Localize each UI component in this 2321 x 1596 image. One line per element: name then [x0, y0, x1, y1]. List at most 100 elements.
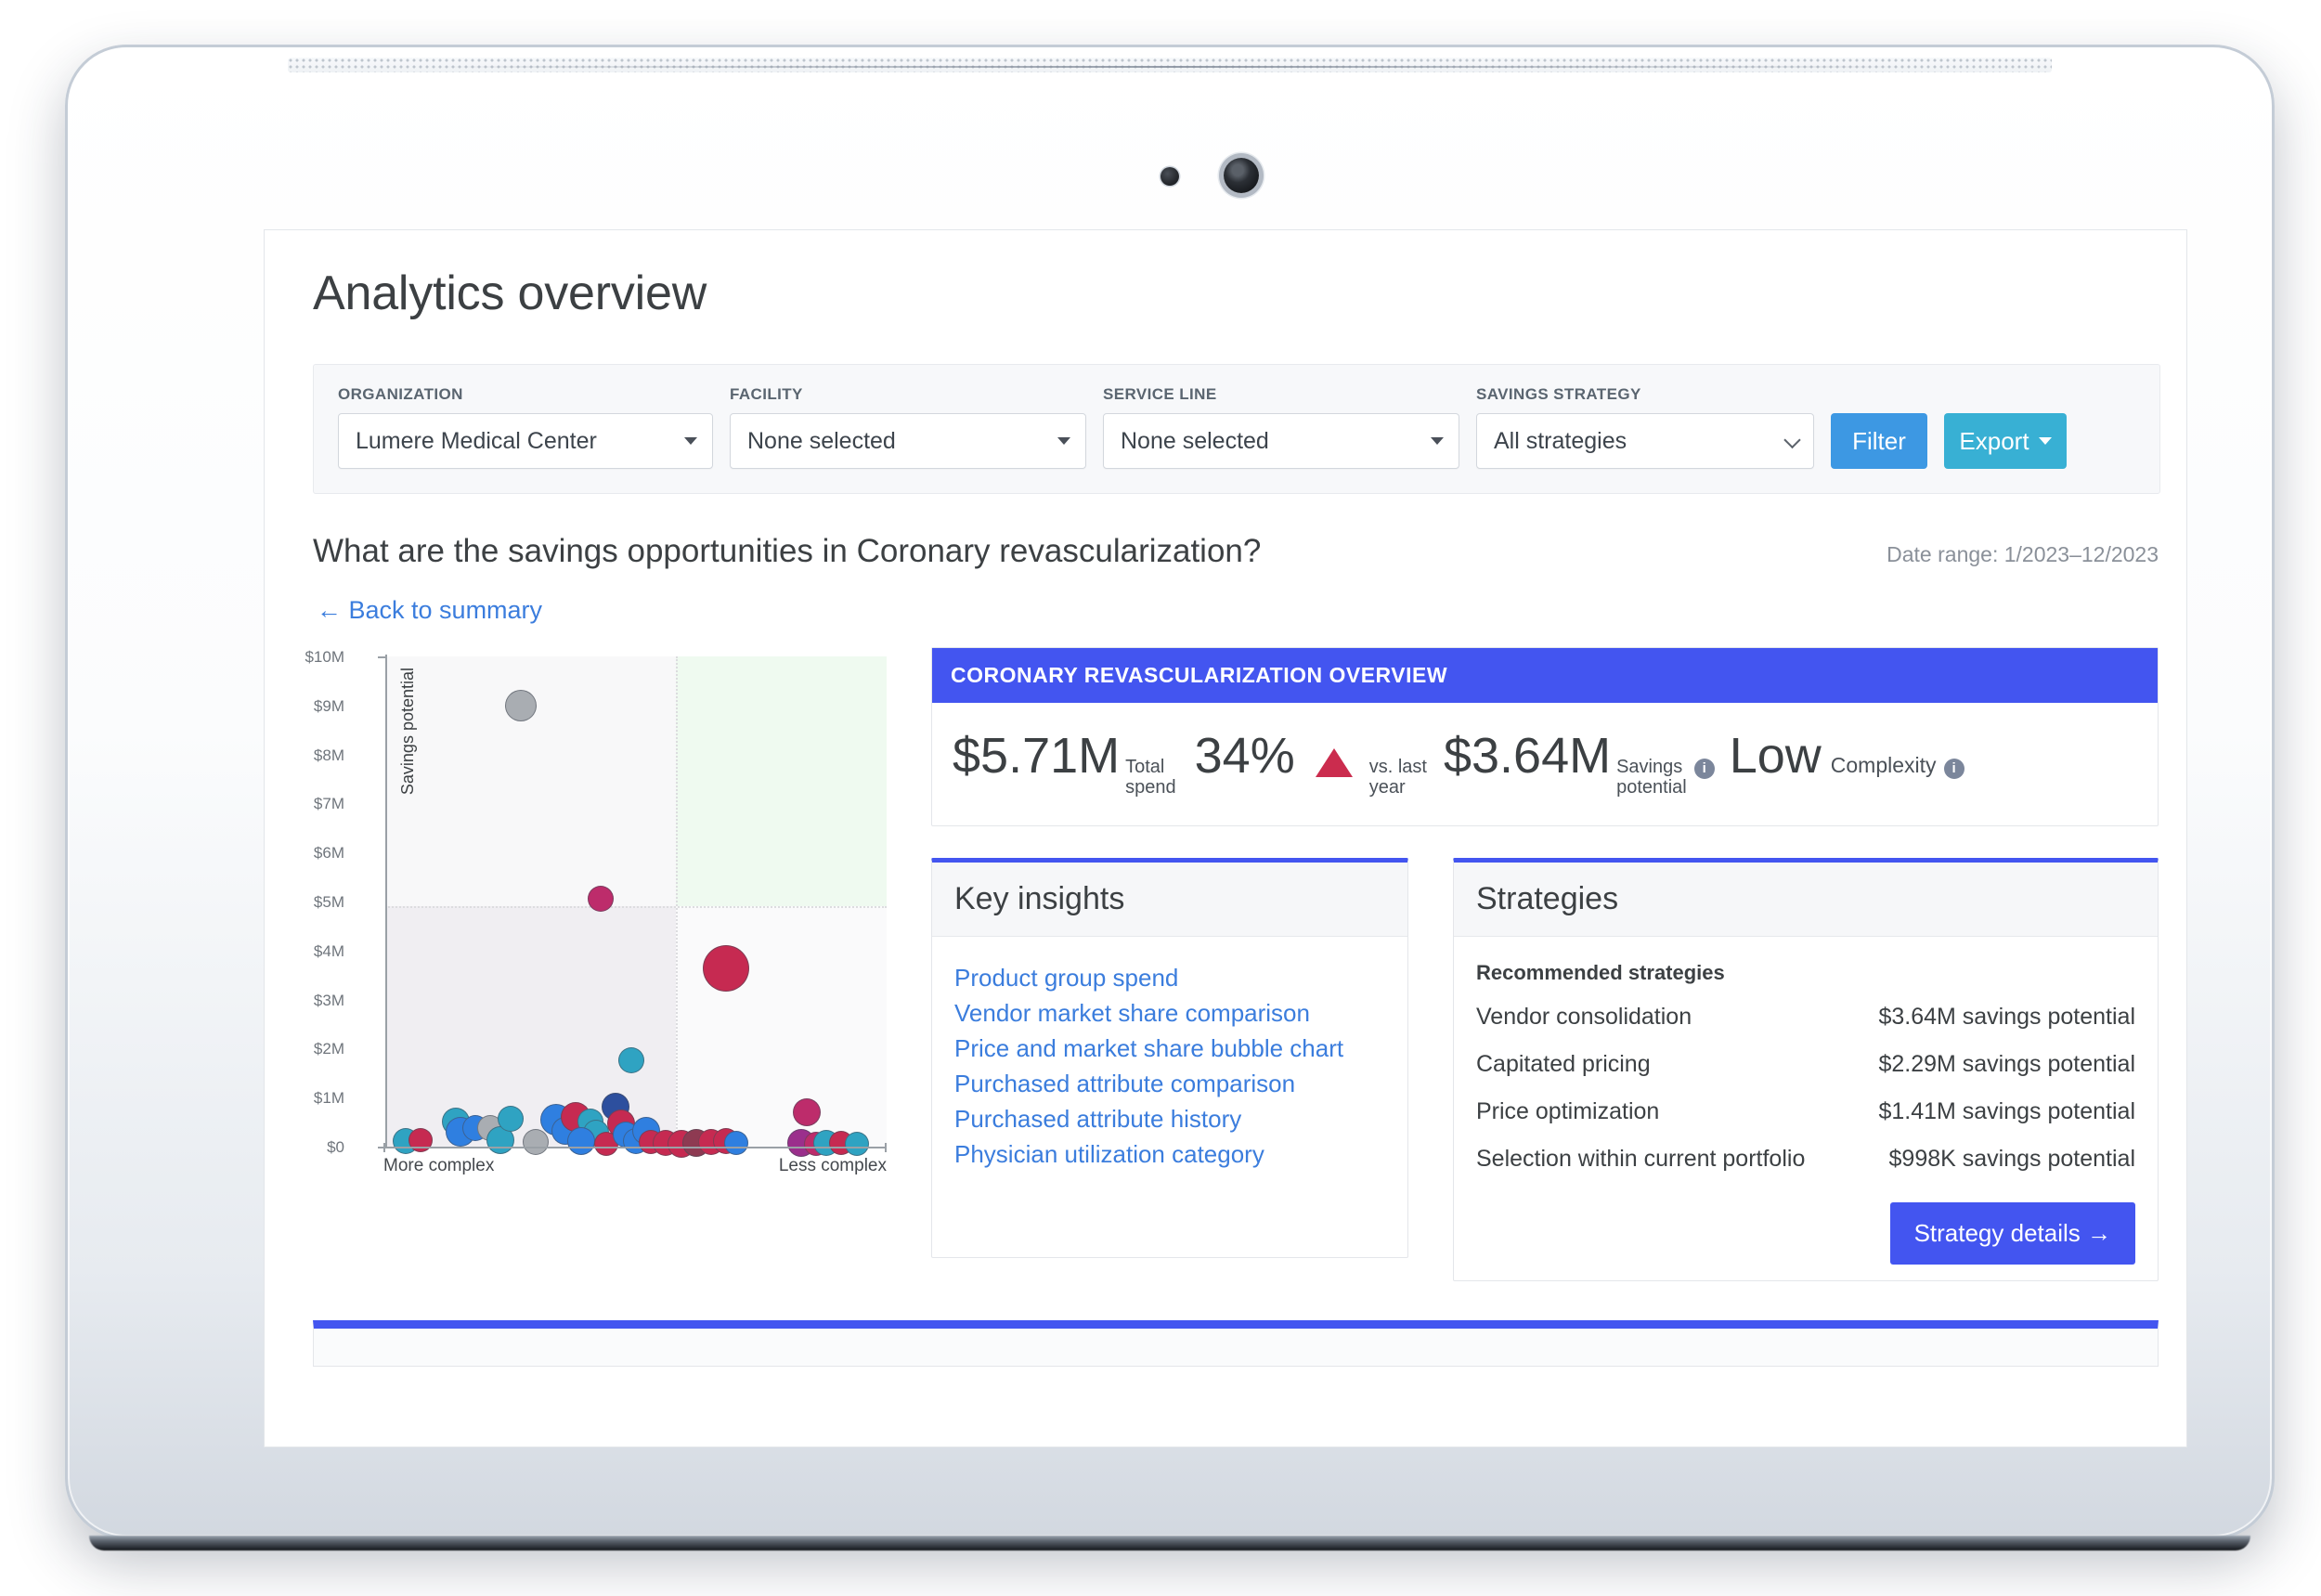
filter-bar: ORGANIZATION Lumere Medical Center FACIL… — [313, 364, 2160, 494]
x-axis-right-label: Less complex — [778, 1156, 887, 1175]
savings-label-line2: potential — [1616, 776, 1687, 798]
organization-filter: ORGANIZATION Lumere Medical Center — [338, 385, 713, 469]
service-line-value: None selected — [1121, 427, 1269, 454]
complexity-value: Low — [1729, 728, 1822, 784]
y-axis-tick-label: $1M — [313, 1089, 344, 1108]
strategy-name: Price optimization — [1476, 1098, 1660, 1125]
chart-bubble[interactable] — [724, 1131, 748, 1156]
key-insight-link[interactable]: Vendor market share comparison — [954, 996, 1385, 1032]
strategy-savings-value: $998K savings potential — [1888, 1146, 2135, 1173]
total-spend-label: Total spend — [1125, 757, 1176, 798]
key-insight-link[interactable]: Product group spend — [954, 961, 1385, 996]
question-heading: What are the savings opportunities in Co… — [313, 533, 1262, 569]
organization-value: Lumere Medical Center — [356, 427, 597, 454]
strategies-panel: Strategies Recommended strategies Vendor… — [1453, 858, 2159, 1282]
y-axis-tick-label: $4M — [313, 941, 344, 960]
chevron-down-icon — [1783, 431, 1801, 449]
chevron-down-icon — [1431, 437, 1444, 445]
info-icon[interactable]: i — [1693, 759, 1715, 779]
savings-strategy-value: All strategies — [1494, 427, 1627, 454]
delta-value: 34% — [1194, 728, 1295, 784]
x-axis-line — [383, 1147, 887, 1148]
total-spend-value: $5.71M — [953, 728, 1121, 784]
chevron-down-icon — [684, 437, 697, 445]
strategy-savings-value: $2.29M savings potential — [1878, 1051, 2135, 1078]
page-title: Analytics overview — [313, 266, 707, 320]
date-range-label: Date range: 1/2023–12/2023 — [1887, 542, 2159, 566]
chart-bubble[interactable] — [408, 1128, 433, 1153]
info-icon[interactable]: i — [1943, 759, 1964, 779]
savings-potential-label: Savings potential — [1616, 757, 1687, 798]
strategy-details-button[interactable]: Strategy details → — [1889, 1202, 2135, 1265]
strategy-row: Price optimization $1.41M savings potenti… — [1476, 1098, 2135, 1125]
y-axis-tick-label: $0 — [327, 1138, 344, 1156]
export-button[interactable]: Export — [1944, 413, 2067, 469]
device-bottom-edge — [89, 1536, 2250, 1551]
question-row: What are the savings opportunities in Co… — [313, 533, 2159, 570]
y-axis-tick-label: $6M — [313, 844, 344, 863]
speaker-grille — [288, 58, 2052, 72]
recommended-strategies-label: Recommended strategies — [1476, 961, 1725, 985]
key-insight-link[interactable]: Physician utilization category — [954, 1137, 1385, 1173]
savings-strategy-label: SAVINGS STRATEGY — [1476, 385, 1641, 403]
service-line-label: SERVICE LINE — [1103, 385, 1217, 403]
front-camera-icon — [1224, 158, 1259, 193]
strategy-name: Capitated pricing — [1476, 1051, 1651, 1078]
y-axis-tick-mark — [378, 1147, 387, 1148]
key-insight-link[interactable]: Price and market share bubble chart — [954, 1032, 1385, 1067]
x-axis-tick-right — [885, 1143, 887, 1152]
strategy-row: Capitated pricing $2.29M savings potentia… — [1476, 1051, 2135, 1078]
organization-select[interactable]: Lumere Medical Center — [338, 413, 713, 469]
back-to-summary-link[interactable]: ← Back to summary — [317, 596, 2186, 625]
complexity-label: Complexity — [1830, 753, 1937, 777]
content-area: Savings potential $10M $9M $8M $7M $6M $5M $4M… — [305, 647, 2159, 1282]
strategies-list: Vendor consolidation $3.64M savings poten… — [1476, 1004, 2135, 1173]
y-axis-tick-label: $8M — [313, 746, 344, 764]
chart-bubble[interactable] — [566, 1127, 595, 1156]
key-insight-link[interactable]: Purchased attribute history — [954, 1102, 1385, 1137]
plot-area — [385, 656, 887, 1158]
service-line-select[interactable]: None selected — [1103, 413, 1459, 469]
organization-label: ORGANIZATION — [338, 385, 463, 403]
y-axis-tick-label: $2M — [313, 1040, 344, 1058]
y-axis-tick-label: $10M — [305, 648, 344, 666]
key-insights-panel: Key insights Product group spend Vendor m… — [931, 858, 1408, 1259]
chart-bubble[interactable] — [844, 1132, 869, 1157]
export-button-label: Export — [1959, 426, 2029, 455]
key-insight-link[interactable]: Purchased attribute comparison — [954, 1067, 1385, 1102]
chart-bubble[interactable] — [504, 689, 537, 721]
y-axis-line — [385, 655, 387, 1147]
key-insights-title: Key insights — [932, 863, 1407, 938]
savings-strategy-select[interactable]: All strategies — [1476, 413, 1814, 469]
filter-button[interactable]: Filter — [1831, 413, 1927, 469]
strategy-name: Vendor consolidation — [1476, 1004, 1692, 1031]
service-line-filter: SERVICE LINE None selected — [1103, 385, 1459, 469]
y-axis-tick-label: $5M — [313, 893, 344, 911]
tablet-device: Analytics overview ORGANIZATION Lumere M… — [65, 45, 2275, 1551]
quadrant-vertical-divider — [676, 656, 679, 1147]
strategies-body: Recommended strategies Vendor consolidat… — [1454, 937, 2158, 1202]
savings-strategy-filter: SAVINGS STRATEGY All strategies — [1476, 385, 1814, 469]
strategy-savings-value: $1.41M savings potential — [1878, 1098, 2135, 1125]
total-spend-label-line2: spend — [1125, 776, 1176, 798]
strategy-row: Selection within current portfolio $998K … — [1476, 1146, 2135, 1173]
facility-select[interactable]: None selected — [730, 413, 1086, 469]
y-axis-tick-label: $7M — [313, 795, 344, 813]
strategy-row: Vendor consolidation $3.64M savings poten… — [1476, 1004, 2135, 1031]
chart-bubble[interactable] — [523, 1129, 549, 1156]
y-axis-title: Savings potential — [398, 668, 417, 796]
facility-filter: FACILITY None selected — [730, 385, 1086, 469]
strategy-details-footer: Strategy details → — [1454, 1202, 2158, 1289]
panels-row: Key insights Product group spend Vendor m… — [931, 858, 2159, 1282]
chart-bubble[interactable] — [617, 1047, 644, 1074]
chevron-down-icon — [1057, 437, 1070, 445]
quadrant-bottom-left — [385, 906, 677, 1147]
quadrant-horizontal-divider — [385, 906, 887, 909]
quadrant-bottom-right — [676, 906, 887, 1147]
chart-bubble[interactable] — [792, 1098, 821, 1127]
overview-kpi-row: $5.71M Total spend 34% vs. last year $3.… — [932, 703, 2158, 825]
quadrant-top-right — [676, 656, 887, 907]
strategy-name: Selection within current portfolio — [1476, 1146, 1806, 1173]
delta-label-line1: vs. last — [1368, 757, 1427, 777]
savings-complexity-bubble-chart[interactable]: Savings potential $10M $9M $8M $7M $6M $5M $4M… — [305, 647, 888, 1186]
